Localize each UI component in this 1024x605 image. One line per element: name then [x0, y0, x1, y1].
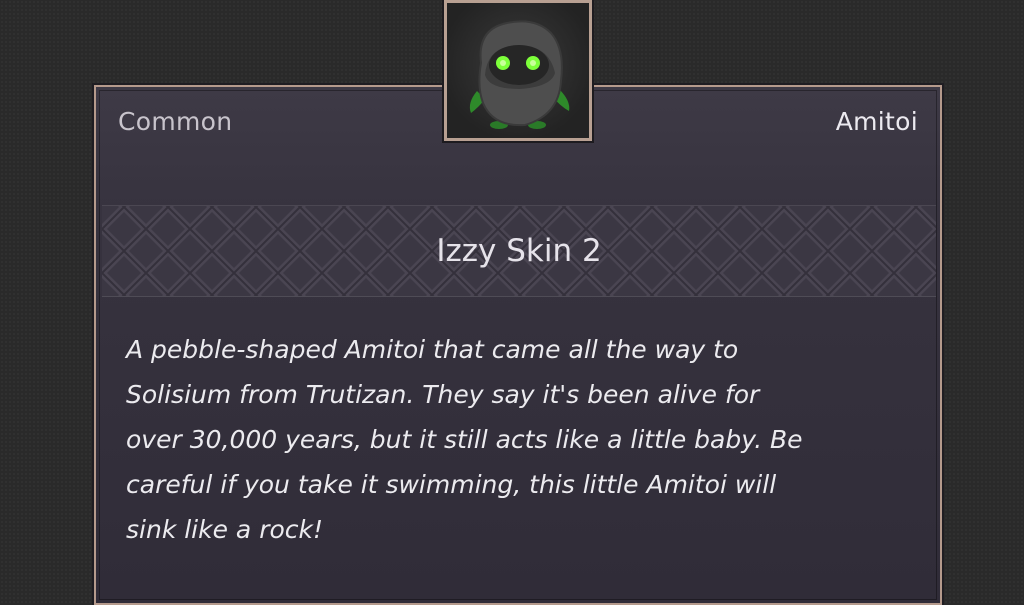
- rarity-label: Common: [118, 107, 233, 136]
- item-name: Izzy Skin 2: [436, 233, 602, 269]
- item-tooltip-card: Common Amitoi Izzy Skin 2 A pebble-shape…: [94, 85, 942, 605]
- category-label: Amitoi: [835, 107, 918, 136]
- item-description: A pebble-shaped Amitoi that came all the…: [126, 335, 803, 544]
- title-banner: Izzy Skin 2: [102, 205, 936, 297]
- pebble-amitoi-icon: [469, 20, 570, 129]
- item-portrait: [444, 0, 592, 141]
